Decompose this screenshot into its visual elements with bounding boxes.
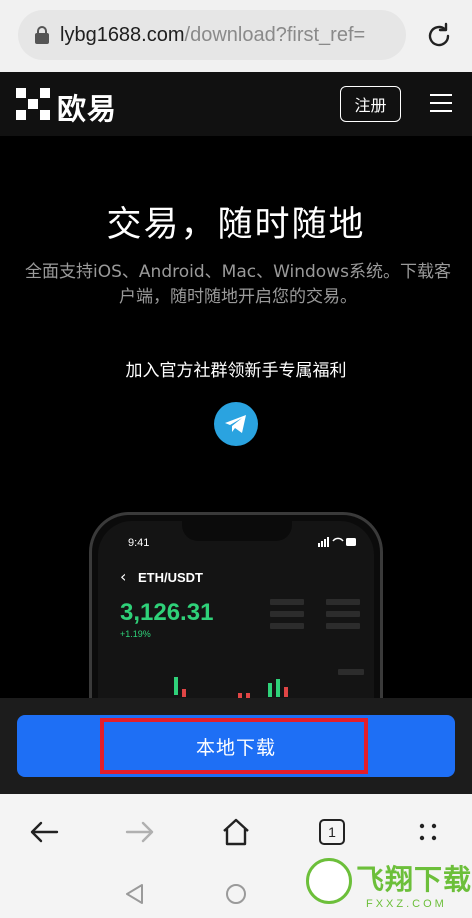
hero-title: 交易，随时随地: [106, 205, 366, 245]
watermark-url: FXXZ.COM: [366, 898, 447, 910]
phone-price: 3,126.31: [120, 599, 214, 626]
logo-text[interactable]: 欧易: [57, 86, 117, 128]
arrow-left-icon: [30, 821, 59, 843]
reload-icon[interactable]: [424, 21, 454, 51]
phone-notch: [182, 515, 292, 541]
community-text: 加入官方社群领新手专属福利: [125, 361, 347, 381]
candle: [182, 689, 186, 697]
candle: [284, 687, 288, 697]
tab-count: 1: [319, 819, 345, 845]
home-icon: [223, 818, 249, 846]
more-menu-button[interactable]: [408, 814, 448, 850]
orderbook-bar: [326, 599, 360, 605]
url-path: /download?first_ref=: [184, 23, 366, 46]
home-button[interactable]: [216, 814, 256, 850]
phone-change: +1.19%: [120, 629, 151, 639]
status-icons: [318, 537, 356, 547]
url-bar[interactable]: lybg1688.com/download?first_ref=: [18, 10, 406, 60]
watermark-text: 飞翔下载: [356, 863, 472, 896]
watermark-logo-icon: [306, 858, 352, 904]
system-home-icon[interactable]: [226, 884, 246, 904]
phone-time: 9:41: [128, 537, 150, 549]
phone-pair: ETH/USDT: [138, 570, 203, 585]
system-back-icon[interactable]: [124, 883, 144, 905]
phone-back-icon: ‹: [120, 567, 127, 586]
forward-button[interactable]: [120, 814, 160, 850]
url-text: lybg1688.com/download?first_ref=: [60, 24, 400, 47]
orderbook-bar: [270, 623, 304, 629]
hamburger-menu-icon[interactable]: [430, 94, 452, 114]
browser-address-area: lybg1688.com/download?first_ref=: [0, 0, 472, 72]
okx-logo-icon[interactable]: [16, 88, 50, 120]
candle: [268, 683, 272, 697]
telegram-icon[interactable]: [214, 402, 258, 446]
candle: [276, 679, 280, 697]
url-host: lybg1688.com: [60, 23, 185, 46]
orderbook-bar: [338, 669, 364, 675]
site-header: 欧易 注册: [0, 72, 472, 136]
orderbook-bar: [326, 611, 360, 617]
candle: [174, 677, 178, 695]
tabs-button[interactable]: 1: [312, 814, 352, 850]
orderbook-bar: [270, 599, 304, 605]
arrow-right-icon: [125, 821, 154, 843]
more-dots-icon: [419, 823, 437, 841]
orderbook-bar: [326, 623, 360, 629]
orderbook-bar: [270, 611, 304, 617]
local-download-button[interactable]: 本地下载: [17, 715, 455, 777]
register-button[interactable]: 注册: [340, 86, 401, 122]
back-button[interactable]: [24, 814, 64, 850]
hero-subtitle: 全面支持iOS、Android、Mac、Windows系统。下载客户端，随时随地…: [25, 262, 451, 307]
lock-icon: [35, 26, 49, 44]
